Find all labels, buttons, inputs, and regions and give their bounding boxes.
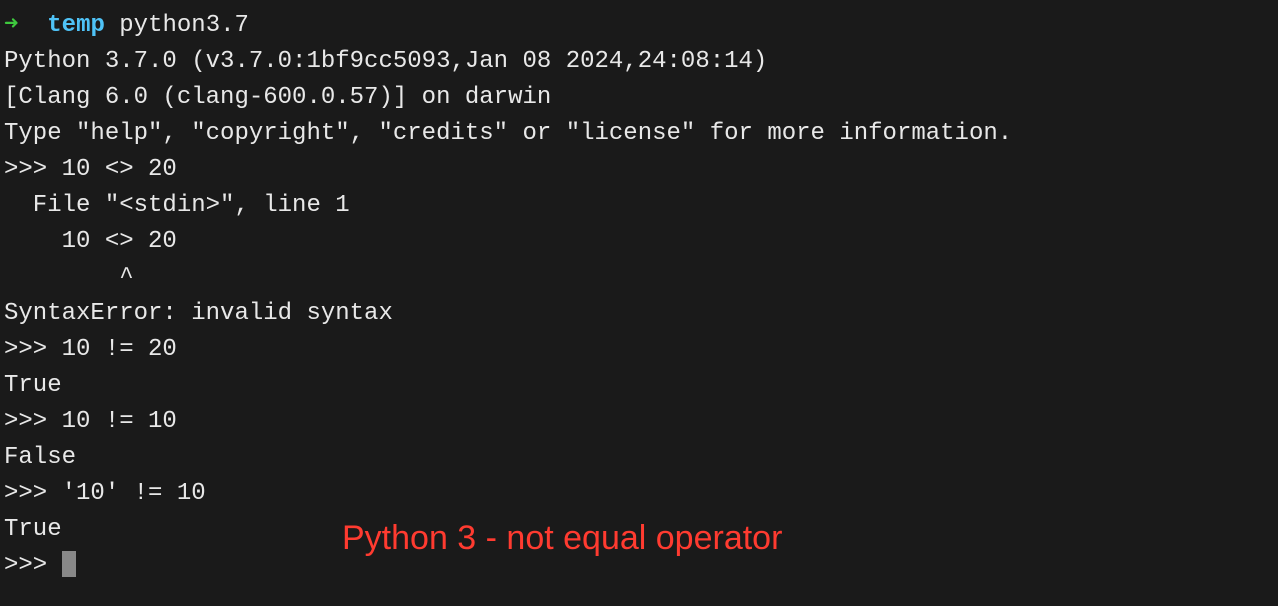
terminal-line: Type "help", "copyright", "credits" or "… (4, 116, 1274, 152)
terminal-line: SyntaxError: invalid syntax (4, 296, 1274, 332)
terminal-line: File "<stdin>", line 1 (4, 188, 1274, 224)
terminal-line: True (4, 368, 1274, 404)
terminal-line: 10 <> 20 (4, 224, 1274, 260)
cursor-icon (62, 551, 76, 577)
repl-input-line: >>> 10 != 20 (4, 332, 1274, 368)
terminal-line: False (4, 440, 1274, 476)
repl-prompt: >>> (4, 552, 62, 579)
terminal-line: ^ (4, 260, 1274, 296)
terminal-output[interactable]: ➜ temp python3.7 Python 3.7.0 (v3.7.0:1b… (4, 8, 1274, 584)
repl-input-line: >>> '10' != 10 (4, 476, 1274, 512)
overlay-caption: Python 3 - not equal operator (342, 513, 782, 564)
prompt-directory: temp (47, 12, 105, 39)
shell-prompt-line: ➜ temp python3.7 (4, 8, 1274, 44)
terminal-line: [Clang 6.0 (clang-600.0.57)] on darwin (4, 80, 1274, 116)
terminal-line: Python 3.7.0 (v3.7.0:1bf9cc5093,Jan 08 2… (4, 44, 1274, 80)
repl-input-line: >>> 10 != 10 (4, 404, 1274, 440)
prompt-arrow-icon: ➜ (4, 12, 47, 39)
prompt-command: python3.7 (105, 12, 249, 39)
repl-input-line: >>> 10 <> 20 (4, 152, 1274, 188)
